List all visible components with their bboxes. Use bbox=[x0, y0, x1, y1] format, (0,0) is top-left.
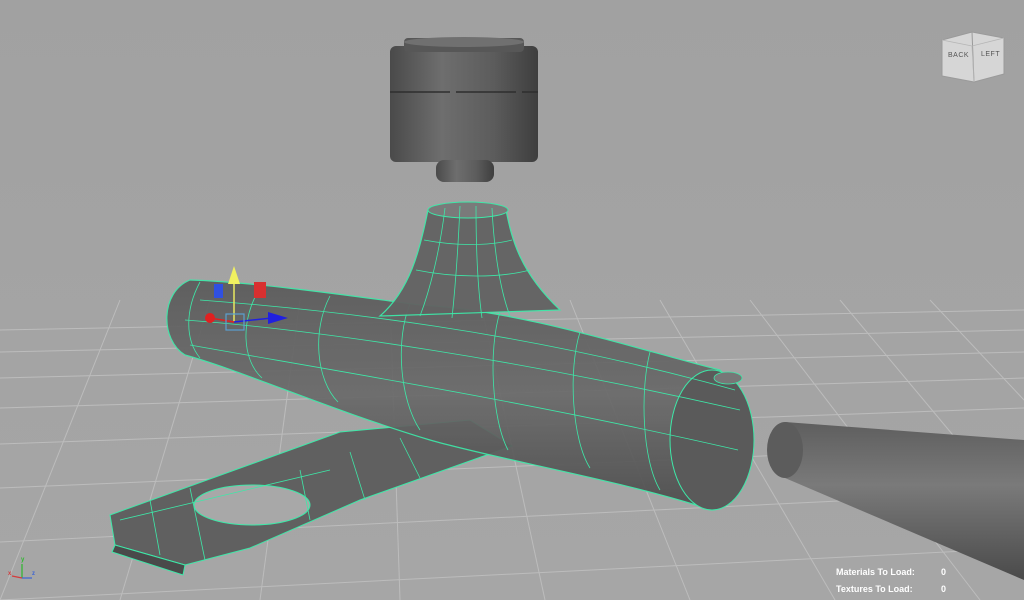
axis-z-label: z bbox=[32, 571, 35, 577]
axis-y-label: y bbox=[21, 557, 25, 563]
plane-handle-blue bbox=[214, 284, 223, 298]
x-axis-handle bbox=[205, 313, 215, 323]
axis-x-label: x bbox=[8, 571, 12, 577]
3d-viewport[interactable]: BACK LEFT y x z Materials To Load: 0 Tex… bbox=[0, 0, 1024, 600]
axis-indicator: y x z bbox=[6, 556, 46, 590]
axis-triad-icon bbox=[11, 564, 32, 579]
textures-value: 0 bbox=[941, 584, 947, 594]
materials-label: Materials To Load: bbox=[836, 567, 915, 577]
top-cap-mesh bbox=[390, 37, 538, 182]
hud-textures-row: Textures To Load: 0 bbox=[836, 581, 956, 598]
hud-materials-row: Materials To Load: 0 bbox=[836, 564, 956, 581]
materials-value: 0 bbox=[941, 567, 947, 577]
neck-mesh bbox=[378, 201, 562, 319]
plane-handle-red bbox=[254, 282, 266, 298]
view-cube-icon bbox=[941, 31, 1005, 83]
view-cube[interactable]: BACK LEFT bbox=[936, 28, 1006, 86]
cone-mesh bbox=[767, 422, 1024, 580]
y-axis-handle bbox=[228, 266, 240, 284]
heads-up-display: Materials To Load: 0 Textures To Load: 0 bbox=[836, 564, 956, 598]
scene-canvas bbox=[0, 37, 1024, 600]
textures-label: Textures To Load: bbox=[836, 584, 913, 594]
